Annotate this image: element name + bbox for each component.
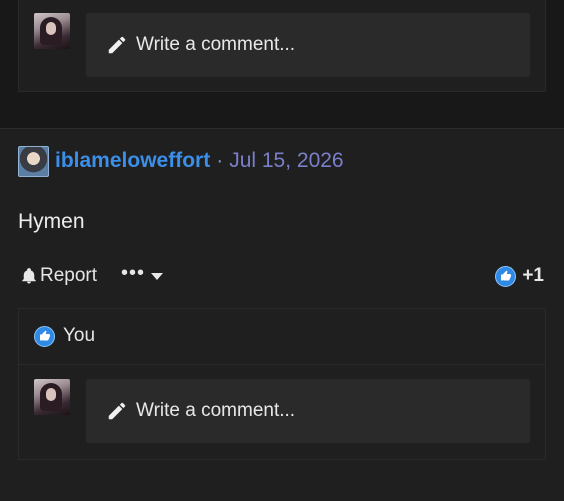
likes-list[interactable]: You bbox=[34, 322, 95, 350]
author-avatar[interactable] bbox=[18, 145, 49, 177]
post-body: Hymen bbox=[18, 210, 85, 233]
reaction-count: +1 bbox=[522, 265, 544, 286]
report-button[interactable]: Report bbox=[20, 265, 97, 287]
report-label: Report bbox=[40, 265, 98, 286]
write-comment-input[interactable]: Write a comment... bbox=[86, 13, 530, 77]
thumbs-up-icon bbox=[34, 325, 55, 347]
bell-icon bbox=[22, 268, 36, 284]
author-username[interactable]: iblameloweffort bbox=[55, 149, 210, 173]
panel-divider bbox=[18, 364, 546, 365]
meta-separator: · bbox=[216, 149, 224, 172]
more-options-button[interactable]: ••• bbox=[121, 263, 164, 283]
liker-name: You bbox=[63, 325, 96, 346]
post-date[interactable]: Jul 15, 2026 bbox=[229, 149, 343, 173]
write-comment-input[interactable]: Write a comment... bbox=[86, 379, 530, 443]
pencil-icon bbox=[108, 36, 126, 54]
current-user-avatar[interactable] bbox=[34, 379, 70, 415]
caret-down-icon bbox=[151, 272, 164, 280]
comment-placeholder: Write a comment... bbox=[136, 34, 296, 55]
comment-placeholder: Write a comment... bbox=[136, 400, 296, 421]
post-actions: Report ••• bbox=[20, 262, 164, 290]
ellipsis-icon: ••• bbox=[121, 262, 146, 284]
thumbs-up-icon bbox=[495, 265, 517, 287]
pencil-icon bbox=[108, 402, 126, 420]
reaction-summary[interactable]: +1 bbox=[495, 262, 544, 290]
post-author-row: iblameloweffort · Jul 15, 2026 bbox=[18, 145, 344, 177]
current-user-avatar[interactable] bbox=[34, 13, 70, 49]
